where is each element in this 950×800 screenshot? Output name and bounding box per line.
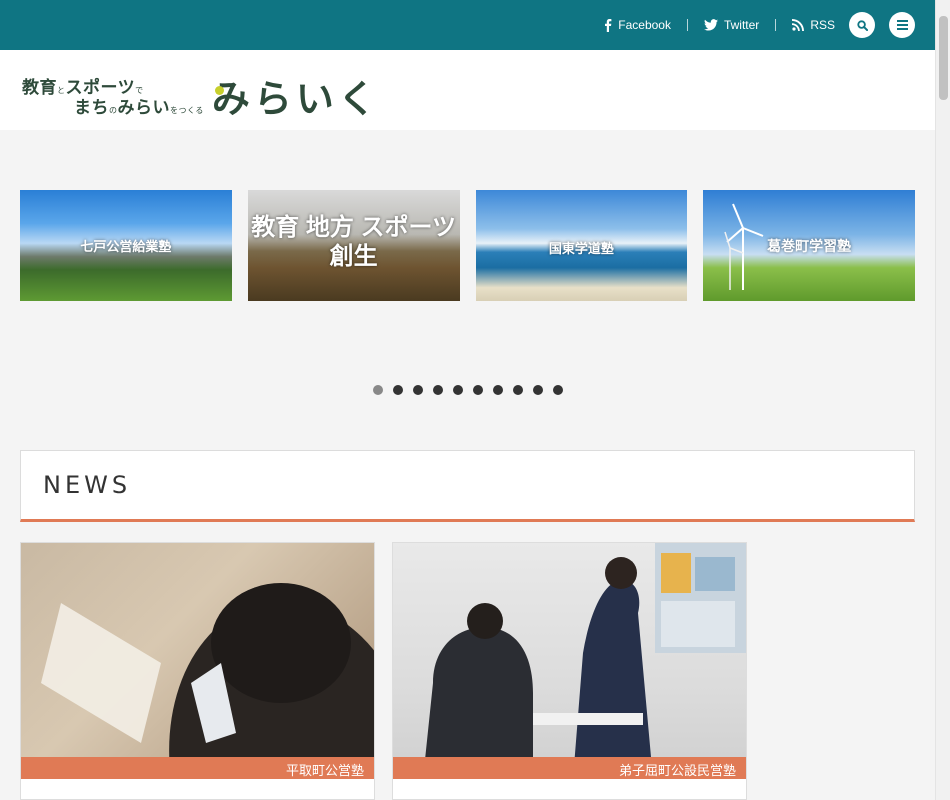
page-scrollbar[interactable]: [935, 0, 950, 800]
news-section-header: NEWS: [20, 450, 915, 522]
slide-item[interactable]: 教育 地方 スポーツ 創生: [247, 190, 460, 301]
slider-pagination: [373, 385, 563, 395]
slider-dot[interactable]: [513, 385, 523, 395]
site-logo[interactable]: 教育とスポーツで まちのみらいをつくる みらいく: [22, 70, 380, 125]
slide-item[interactable]: 七戸公営給業塾: [20, 190, 232, 301]
slide-caption: 葛巻町学習塾: [767, 238, 852, 254]
news-card[interactable]: 平取町公営塾: [20, 542, 375, 800]
facebook-icon: [605, 18, 612, 32]
logo-tagline: 教育とスポーツで まちのみらいをつくる: [22, 79, 204, 116]
rss-label: RSS: [810, 18, 835, 32]
divider: [686, 19, 688, 31]
logo-wordmark-text: みらいく: [211, 79, 380, 121]
slider-dot[interactable]: [533, 385, 543, 395]
rss-icon: [792, 19, 805, 31]
slide-item[interactable]: 葛巻町学習塾: [703, 190, 915, 301]
logo-dot-icon: [214, 86, 224, 95]
twitter-link[interactable]: Twitter: [703, 18, 760, 32]
news-card[interactable]: 弟子屈町公設民営塾: [392, 542, 747, 800]
slider-dot[interactable]: [373, 385, 383, 395]
twitter-label: Twitter: [723, 18, 760, 32]
search-icon: [856, 19, 868, 31]
classroom-photo: [423, 543, 746, 779]
slider-dot[interactable]: [413, 385, 423, 395]
social-links: Facebook Twitter RSS: [604, 18, 835, 32]
slide-caption: 国東学道塾: [548, 241, 614, 256]
logo-text: スポーツ: [65, 78, 136, 97]
logo-text: みらい: [117, 98, 170, 117]
facebook-link[interactable]: Facebook: [604, 18, 671, 32]
slider-dot[interactable]: [433, 385, 443, 395]
slider-dot[interactable]: [393, 385, 403, 395]
news-card-tag: 弟子屈町公設民営塾: [393, 757, 746, 779]
news-card-tag: 平取町公営塾: [21, 757, 374, 779]
logo-text: で: [135, 86, 144, 95]
search-button[interactable]: [849, 12, 875, 38]
news-card-image: 弟子屈町公設民営塾: [393, 543, 746, 779]
divider: [775, 19, 777, 31]
logo-text: と: [57, 86, 66, 95]
scrollbar-thumb[interactable]: [939, 16, 948, 100]
slider-dot[interactable]: [473, 385, 483, 395]
slide-caption: 教育 地方 スポーツ 創生: [251, 214, 457, 270]
slider-dot[interactable]: [453, 385, 463, 395]
logo-text: の: [109, 106, 118, 115]
hero-slider: 七戸公営給業塾 教育 地方 スポーツ 創生 国東学道塾 葛巻町学習塾: [20, 190, 915, 301]
top-bar: Facebook Twitter RSS: [0, 0, 935, 50]
logo-text: をつくる: [170, 106, 204, 115]
slide-caption: 七戸公営給業塾: [80, 239, 172, 254]
logo-text: 教育: [22, 78, 57, 97]
slide-item[interactable]: 国東学道塾: [475, 190, 688, 301]
student-photo: [41, 583, 374, 779]
logo-wordmark: みらいく: [212, 68, 380, 123]
slider-dot[interactable]: [553, 385, 563, 395]
logo-text: まち: [74, 98, 109, 117]
news-title: NEWS: [43, 471, 132, 499]
menu-button[interactable]: [889, 12, 915, 38]
site-header: 教育とスポーツで まちのみらいをつくる みらいく: [0, 50, 935, 130]
news-card-image: 平取町公営塾: [21, 543, 374, 779]
facebook-label: Facebook: [618, 18, 671, 32]
twitter-icon: [703, 19, 718, 31]
rss-link[interactable]: RSS: [792, 18, 835, 32]
hamburger-icon: [896, 20, 908, 30]
slider-dot[interactable]: [493, 385, 503, 395]
page: Facebook Twitter RSS 教育とスポーツで まちのみらいをつくる…: [0, 0, 935, 800]
